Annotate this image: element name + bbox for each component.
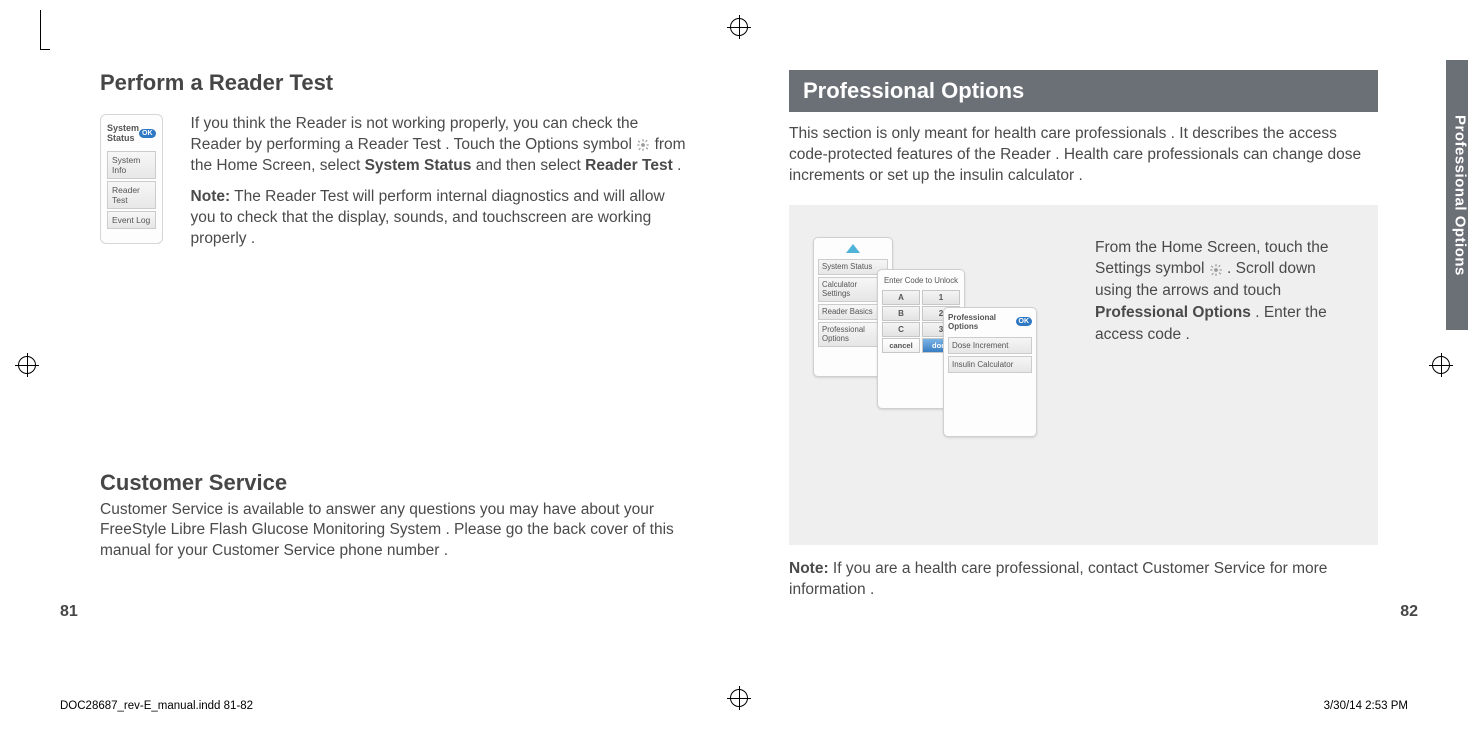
keypad-key: 1 — [922, 290, 960, 305]
keypad-key: B — [882, 306, 920, 321]
section-header-bar: Professional Options — [789, 70, 1378, 112]
page-number: 82 — [1400, 603, 1418, 621]
side-tab: Professional Options — [1446, 60, 1468, 330]
section-heading: Perform a Reader Test — [100, 70, 689, 96]
keypad-title: Enter Code to Unlock — [880, 274, 962, 289]
instruction-text: If you think the Reader is not working p… — [191, 114, 689, 260]
page-number: 81 — [60, 603, 78, 621]
text: If you are a health care professional, c… — [789, 560, 1327, 598]
bold-text: Reader Test — [585, 157, 673, 174]
device-menu-item: Dose Increment — [948, 337, 1032, 354]
registration-mark-icon — [730, 18, 748, 36]
device-menu-item: System Info — [107, 151, 156, 179]
bold-text: System Status — [365, 157, 472, 174]
footer-doc-id: DOC28687_rev-E_manual.indd 81-82 — [60, 700, 253, 712]
illustration-block: System Status Calculator Settings Reader… — [789, 205, 1378, 545]
keypad-key: A — [882, 290, 920, 305]
device-title: System Status — [107, 123, 139, 143]
ok-badge: OK — [1016, 317, 1033, 326]
device-screenshot-professional-options: Professional Options OK Dose Increment I… — [943, 307, 1037, 437]
text: If you think the Reader is not working p… — [191, 115, 639, 153]
device-menu-item: Reader Test — [107, 181, 156, 209]
note-label: Note: — [191, 188, 231, 205]
ok-badge: OK — [139, 129, 156, 138]
page-right: Professional Options This section is onl… — [749, 60, 1408, 601]
gear-icon — [1209, 262, 1223, 276]
text: . — [677, 157, 681, 174]
page-left: Perform a Reader Test System Status OK S… — [60, 60, 719, 601]
crop-mark — [40, 10, 50, 50]
print-footer: DOC28687_rev-E_manual.indd 81-82 3/30/14… — [60, 700, 1408, 712]
registration-mark-icon — [18, 356, 36, 374]
text: Customer Service is available to answer … — [100, 500, 689, 563]
note-label: Note: — [789, 560, 829, 577]
instruction-text: From the Home Screen, touch the Settings… — [1095, 237, 1354, 485]
registration-mark-icon — [1432, 356, 1450, 374]
bold-text: Professional Options — [1095, 304, 1251, 321]
device-screenshot-stack: System Status Calculator Settings Reader… — [813, 237, 1053, 457]
intro-text: This section is only meant for health ca… — [789, 124, 1378, 187]
text: and then select — [476, 157, 585, 174]
device-menu-item: Insulin Calculator — [948, 356, 1032, 373]
gear-icon — [636, 138, 650, 152]
triangle-up-icon — [846, 244, 860, 253]
customer-service-section: Customer Service Customer Service is ava… — [100, 470, 689, 563]
device-menu-item: Event Log — [107, 211, 156, 229]
text: The Reader Test will perform internal di… — [191, 188, 665, 247]
device-screenshot-system-status: System Status OK System Info Reader Test… — [100, 114, 163, 244]
keypad-cancel: cancel — [882, 338, 920, 353]
device-title: Professional Options — [948, 313, 1016, 331]
footer-timestamp: 3/30/14 2:53 PM — [1324, 700, 1408, 712]
subsection-heading: Customer Service — [100, 470, 689, 496]
keypad-key: C — [882, 322, 920, 337]
